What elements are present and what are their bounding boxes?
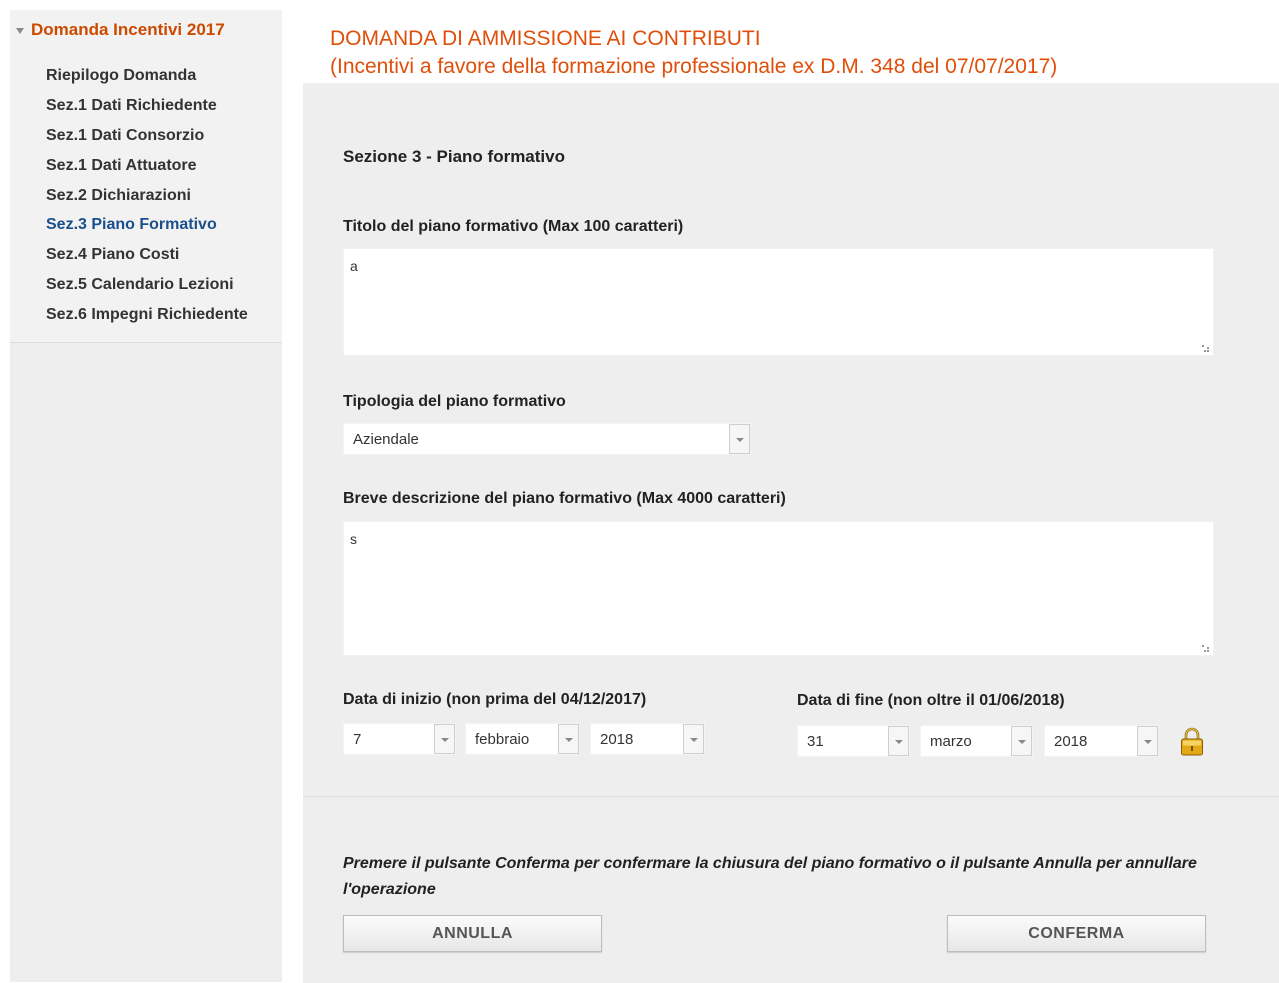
sidebar-item-riepilogo[interactable]: Riepilogo Domanda — [46, 65, 248, 95]
page-title-line-1: DOMANDA DI AMMISSIONE AI CONTRIBUTI — [330, 27, 761, 50]
sidebar-item-dati-richiedente[interactable]: Sez.1 Dati Richiedente — [46, 95, 248, 125]
end-year-value: 2018 — [1054, 733, 1088, 750]
chevron-down-icon[interactable] — [683, 724, 704, 754]
description-textarea[interactable]: s — [343, 521, 1214, 656]
title-textarea[interactable]: a — [343, 248, 1214, 356]
sidebar-item-impegni-richiedente[interactable]: Sez.6 Impegni Richiedente — [46, 304, 248, 334]
sidebar-item-dichiarazioni[interactable]: Sez.2 Dichiarazioni — [46, 185, 248, 215]
start-year-value: 2018 — [600, 731, 634, 748]
end-year-select[interactable]: 2018 — [1044, 725, 1159, 757]
page-header: DOMANDA DI AMMISSIONE AI CONTRIBUTI (Inc… — [282, 10, 1279, 83]
form-area: Sezione 3 - Piano formativo Titolo del p… — [303, 83, 1279, 796]
sidebar: Domanda Incentivi 2017 Riepilogo Domanda… — [10, 10, 282, 982]
sidebar-item-piano-costi[interactable]: Sez.4 Piano Costi — [46, 244, 248, 274]
sidebar-item-calendario-lezioni[interactable]: Sez.5 Calendario Lezioni — [46, 274, 248, 304]
title-field-label: Titolo del piano formativo (Max 100 cara… — [343, 218, 684, 235]
type-field-label: Tipologia del piano formativo — [343, 393, 566, 410]
title-textarea-value: a — [350, 258, 358, 274]
sidebar-item-piano-formativo[interactable]: Sez.3 Piano Formativo — [46, 214, 248, 244]
chevron-down-icon[interactable] — [434, 724, 455, 754]
resize-grip-icon[interactable] — [1202, 345, 1209, 352]
sidebar-nav: Riepilogo Domanda Sez.1 Dati Richiedente… — [46, 65, 248, 334]
main-panel: Sezione 3 - Piano formativo Titolo del p… — [303, 83, 1279, 983]
start-date-label: Data di inizio (non prima del 04/12/2017… — [343, 691, 647, 708]
sidebar-item-dati-consorzio[interactable]: Sez.1 Dati Consorzio — [46, 125, 248, 155]
description-field-label: Breve descrizione del piano formativo (M… — [343, 490, 786, 507]
start-month-value: febbraio — [475, 731, 530, 748]
description-textarea-value: s — [350, 531, 357, 547]
chevron-down-icon[interactable] — [1011, 726, 1032, 756]
start-year-select[interactable]: 2018 — [590, 723, 705, 755]
sidebar-header[interactable]: Domanda Incentivi 2017 — [16, 20, 225, 40]
end-day-select[interactable]: 31 — [797, 725, 910, 757]
chevron-down-icon[interactable] — [558, 724, 579, 754]
chevron-down-icon[interactable] — [729, 424, 750, 454]
section-title: Sezione 3 - Piano formativo — [343, 147, 565, 166]
end-month-value: marzo — [930, 733, 972, 750]
end-month-select[interactable]: marzo — [920, 725, 1033, 757]
type-select-value: Aziendale — [353, 431, 419, 448]
caret-down-icon — [16, 28, 24, 34]
sidebar-menu-panel: Domanda Incentivi 2017 Riepilogo Domanda… — [10, 10, 282, 343]
end-date-label: Data di fine (non oltre il 01/06/2018) — [797, 692, 1065, 709]
sidebar-header-label: Domanda Incentivi 2017 — [31, 20, 225, 39]
start-day-select[interactable]: 7 — [343, 723, 456, 755]
chevron-down-icon[interactable] — [1137, 726, 1158, 756]
chevron-down-icon[interactable] — [888, 726, 909, 756]
end-day-value: 31 — [807, 733, 824, 750]
resize-grip-icon[interactable] — [1202, 645, 1209, 652]
confirm-button[interactable]: CONFERMA — [947, 915, 1206, 952]
footer-note: Premere il pulsante Conferma per conferm… — [343, 855, 1197, 898]
cancel-button[interactable]: ANNULLA — [343, 915, 602, 952]
sidebar-item-dati-attuatore[interactable]: Sez.1 Dati Attuatore — [46, 155, 248, 185]
page-title: DOMANDA DI AMMISSIONE AI CONTRIBUTI (Inc… — [330, 25, 1057, 81]
start-month-select[interactable]: febbraio — [465, 723, 580, 755]
start-day-value: 7 — [353, 731, 362, 748]
divider — [303, 796, 1279, 797]
type-select[interactable]: Aziendale — [343, 423, 751, 455]
page-title-line-2: (Incentivi a favore della formazione pro… — [330, 55, 1058, 78]
lock-icon[interactable] — [1180, 726, 1204, 756]
